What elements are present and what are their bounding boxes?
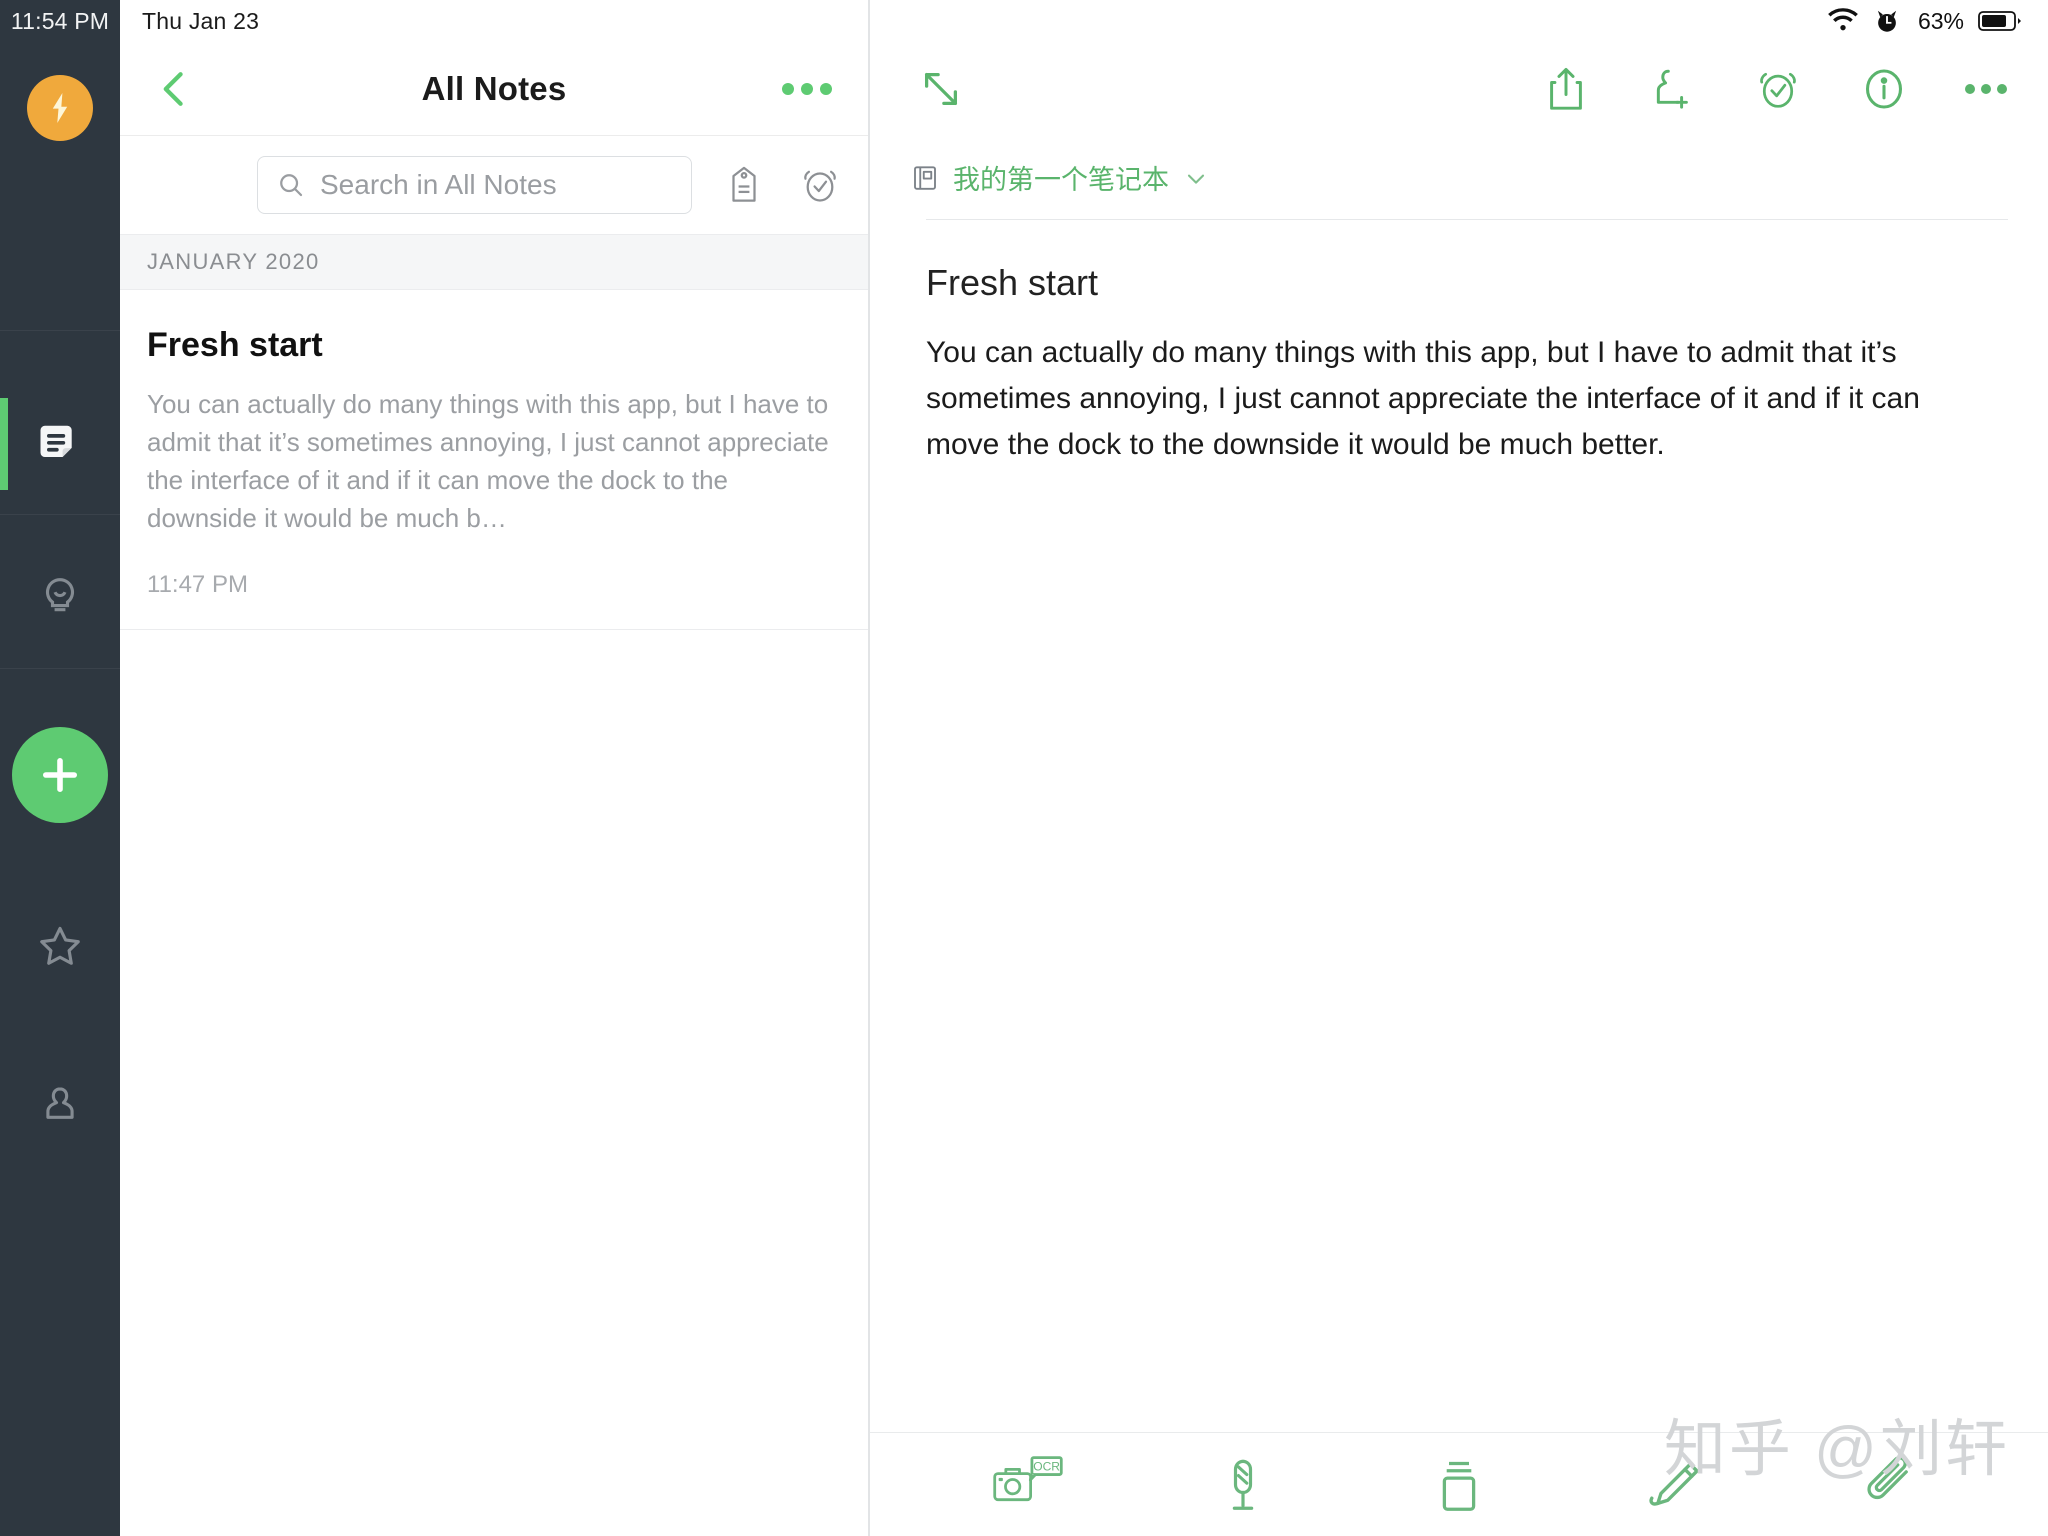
paperclip-icon <box>1867 1455 1909 1499</box>
svg-text:OCR: OCR <box>1033 1459 1060 1473</box>
note-title: Fresh start <box>926 262 1099 303</box>
status-bar-right: 63% <box>870 0 2048 42</box>
lightning-bolt-glyph <box>52 93 68 123</box>
note-content-area[interactable]: Fresh start You can actually do many thi… <box>870 220 2048 1432</box>
status-bar-date: Thu Jan 23 <box>142 7 260 34</box>
back-button[interactable] <box>146 61 202 117</box>
person-icon <box>46 1087 74 1119</box>
notebook-icon <box>914 165 936 190</box>
wifi-icon <box>1828 8 1858 31</box>
editor-bottom-toolbar: OCR <box>870 1432 2048 1536</box>
chevron-left-icon <box>163 71 183 106</box>
note-body-text: You can actually do many things with thi… <box>926 336 1920 461</box>
app-root: 11:54 PM Thu Jan 23 All Notes Search in … <box>0 0 2048 1536</box>
star-icon <box>40 926 80 965</box>
alarm-icon <box>1877 10 1897 32</box>
handwriting-button[interactable] <box>1627 1445 1723 1525</box>
search-input[interactable]: Search in All Notes <box>257 156 692 214</box>
note-item-title: Fresh start <box>147 326 323 364</box>
add-person-icon <box>1656 69 1688 109</box>
share-button[interactable] <box>1530 53 1602 125</box>
sidebar-item-account[interactable] <box>0 1060 120 1152</box>
set-reminder-button[interactable] <box>1742 53 1814 125</box>
chevron-down-icon <box>1187 174 1205 184</box>
more-dot <box>820 82 832 95</box>
new-note-button[interactable] <box>0 720 120 830</box>
note-document-icon <box>40 425 72 457</box>
plus-icon <box>12 727 108 823</box>
alarm-check-icon <box>1760 72 1796 108</box>
info-circle-icon <box>1865 69 1903 109</box>
alarm-check-icon <box>804 170 836 202</box>
pencil-icon <box>1648 1462 1699 1506</box>
app-logo-button[interactable] <box>0 68 120 148</box>
left-navigation-rail: 11:54 PM <box>0 0 120 1536</box>
lightning-bolt-logo-icon <box>27 75 93 141</box>
note-list-pane: Thu Jan 23 All Notes Search in All Notes… <box>120 0 870 1536</box>
tag-icon <box>732 166 756 202</box>
search-row: Search in All Notes <box>120 136 868 234</box>
more-dot <box>801 82 813 95</box>
status-bar-date-container: Thu Jan 23 <box>120 0 868 42</box>
month-section-header: JANUARY 2020 <box>120 234 868 290</box>
editor-more-button[interactable] <box>1950 53 2022 125</box>
more-horizontal-icon <box>1965 84 2007 94</box>
microphone-icon <box>1233 1459 1254 1510</box>
camera-ocr-icon: OCR <box>993 1455 1063 1501</box>
lightbulb-icon <box>45 578 75 612</box>
share-upload-icon <box>1550 67 1582 110</box>
sidebar-item-ideas[interactable] <box>0 552 120 644</box>
notebook-name: 我的第一个笔记本 <box>953 165 1169 195</box>
tag-filter-button[interactable] <box>720 161 768 209</box>
status-bar-time: 11:54 PM <box>10 8 110 34</box>
camera-ocr-button[interactable]: OCR <box>980 1445 1076 1525</box>
battery-percentage: 63% <box>1917 7 1964 34</box>
card-stack-icon <box>1442 1461 1476 1511</box>
list-item[interactable]: Fresh start You can actually do many thi… <box>120 290 868 630</box>
reminder-filter-button[interactable] <box>796 161 844 209</box>
search-icon <box>280 174 303 197</box>
battery-icon <box>1978 11 2021 31</box>
note-editor-pane: 63% 我的第一个笔记本 Fresh start You can actuall… <box>870 0 2048 1536</box>
audio-record-button[interactable] <box>1195 1445 1291 1525</box>
note-card-button[interactable] <box>1411 1445 1507 1525</box>
note-info-button[interactable] <box>1848 53 1920 125</box>
note-item-timestamp: 11:47 PM <box>147 571 248 598</box>
list-more-button[interactable] <box>782 82 832 95</box>
note-item-preview: You can actually do many things with thi… <box>147 389 829 533</box>
expand-diagonal-icon <box>924 72 958 106</box>
search-placeholder-text: Search in All Notes <box>320 169 557 200</box>
note-list-header: All Notes <box>120 42 868 136</box>
attachment-button[interactable] <box>1842 1445 1938 1525</box>
plus-glyph <box>43 758 77 792</box>
notebook-selector[interactable]: 我的第一个笔记本 <box>870 136 2048 197</box>
sidebar-item-shortcuts[interactable] <box>0 900 120 992</box>
sidebar-item-notes[interactable] <box>0 398 120 490</box>
more-horizontal-icon <box>782 82 794 95</box>
add-person-button[interactable] <box>1636 53 1708 125</box>
page-title: All Notes <box>421 69 567 107</box>
editor-toolbar <box>870 42 2048 136</box>
expand-editor-button[interactable] <box>905 53 977 125</box>
